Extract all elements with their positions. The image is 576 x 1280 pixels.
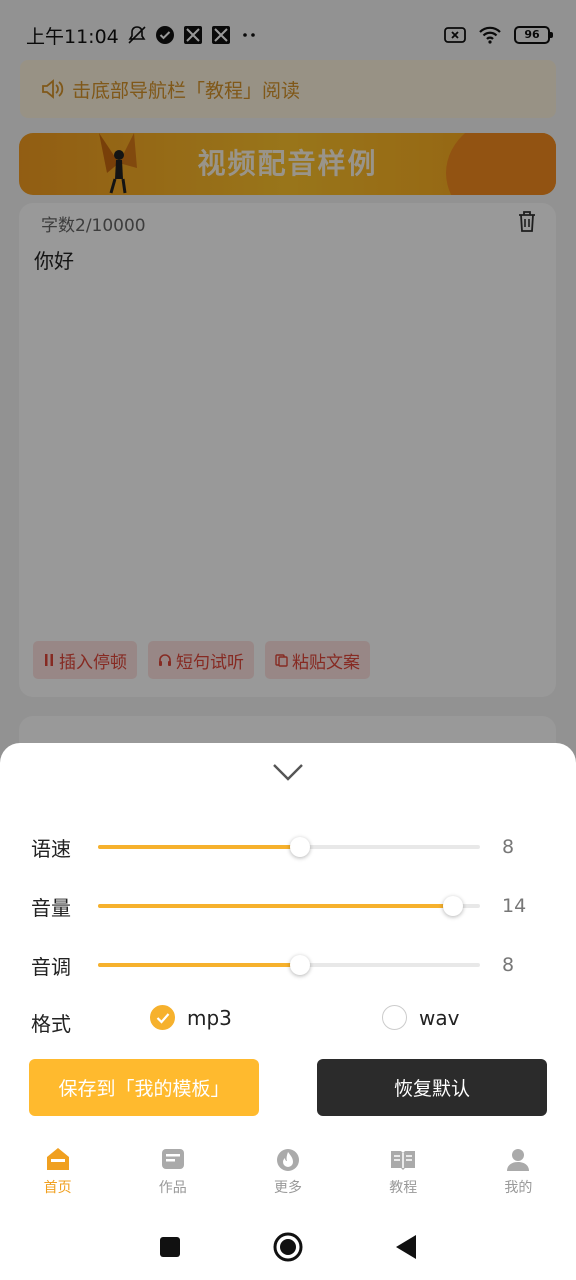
system-nav-bar <box>0 1213 576 1280</box>
works-icon <box>161 1149 184 1169</box>
pitch-value: 8 <box>502 954 515 976</box>
pitch-slider[interactable] <box>98 955 480 975</box>
bottom-tabbar: 首页 作品 更多 教程 我的 <box>0 1145 576 1211</box>
user-icon <box>507 1149 530 1171</box>
format-option-mp3[interactable]: mp3 <box>150 1005 232 1030</box>
settings-sheet: 语速 8 音量 14 音调 8 格式 mp3 wav 保存到「我的模板」 恢复默… <box>0 743 576 1280</box>
format-option-wav[interactable]: wav <box>382 1005 459 1030</box>
format-label: 格式 <box>31 1012 71 1036</box>
speed-value: 8 <box>502 836 515 858</box>
speed-slider[interactable] <box>98 837 480 857</box>
chevron-down-icon[interactable] <box>270 759 306 785</box>
tab-more[interactable]: 更多 <box>230 1145 345 1211</box>
book-icon <box>391 1151 416 1170</box>
volume-slider-thumb[interactable] <box>443 896 464 916</box>
pitch-slider-thumb[interactable] <box>290 955 311 975</box>
format-option-label: mp3 <box>187 1005 232 1030</box>
flame-icon <box>277 1149 299 1171</box>
volume-slider-row: 音量 14 <box>0 886 576 926</box>
tab-mine[interactable]: 我的 <box>461 1145 576 1211</box>
pitch-slider-row: 音调 8 <box>0 945 576 985</box>
format-option-label: wav <box>419 1005 460 1030</box>
speed-label: 语速 <box>31 836 71 861</box>
tab-label: 首页 <box>43 1180 72 1196</box>
radio-unchecked-icon <box>382 1005 407 1030</box>
format-row: 格式 mp3 wav <box>0 1000 576 1040</box>
pitch-label: 音调 <box>31 954 71 979</box>
speed-slider-row: 语速 8 <box>0 827 576 867</box>
recent-apps-icon[interactable] <box>159 1236 181 1258</box>
tab-label: 作品 <box>158 1180 187 1196</box>
tab-label: 更多 <box>274 1180 302 1196</box>
tab-works[interactable]: 作品 <box>115 1145 230 1211</box>
volume-label: 音量 <box>31 895 71 920</box>
home-icon <box>46 1148 69 1170</box>
tab-home[interactable]: 首页 <box>0 1145 115 1211</box>
pitch-slider-fill <box>98 963 301 967</box>
save-template-button[interactable]: 保存到「我的模板」 <box>29 1059 259 1116</box>
speed-slider-fill <box>98 845 301 849</box>
tab-label: 我的 <box>504 1180 533 1196</box>
tab-label: 教程 <box>389 1180 418 1196</box>
home-circle-icon[interactable] <box>273 1232 303 1262</box>
tab-tutorial[interactable]: 教程 <box>346 1145 461 1211</box>
radio-checked-icon <box>150 1005 175 1030</box>
volume-value: 14 <box>502 895 527 917</box>
back-triangle-icon[interactable] <box>395 1234 417 1260</box>
volume-slider-fill <box>98 904 454 908</box>
restore-default-button[interactable]: 恢复默认 <box>317 1059 547 1116</box>
volume-slider[interactable] <box>98 896 480 916</box>
speed-slider-thumb[interactable] <box>290 837 311 857</box>
